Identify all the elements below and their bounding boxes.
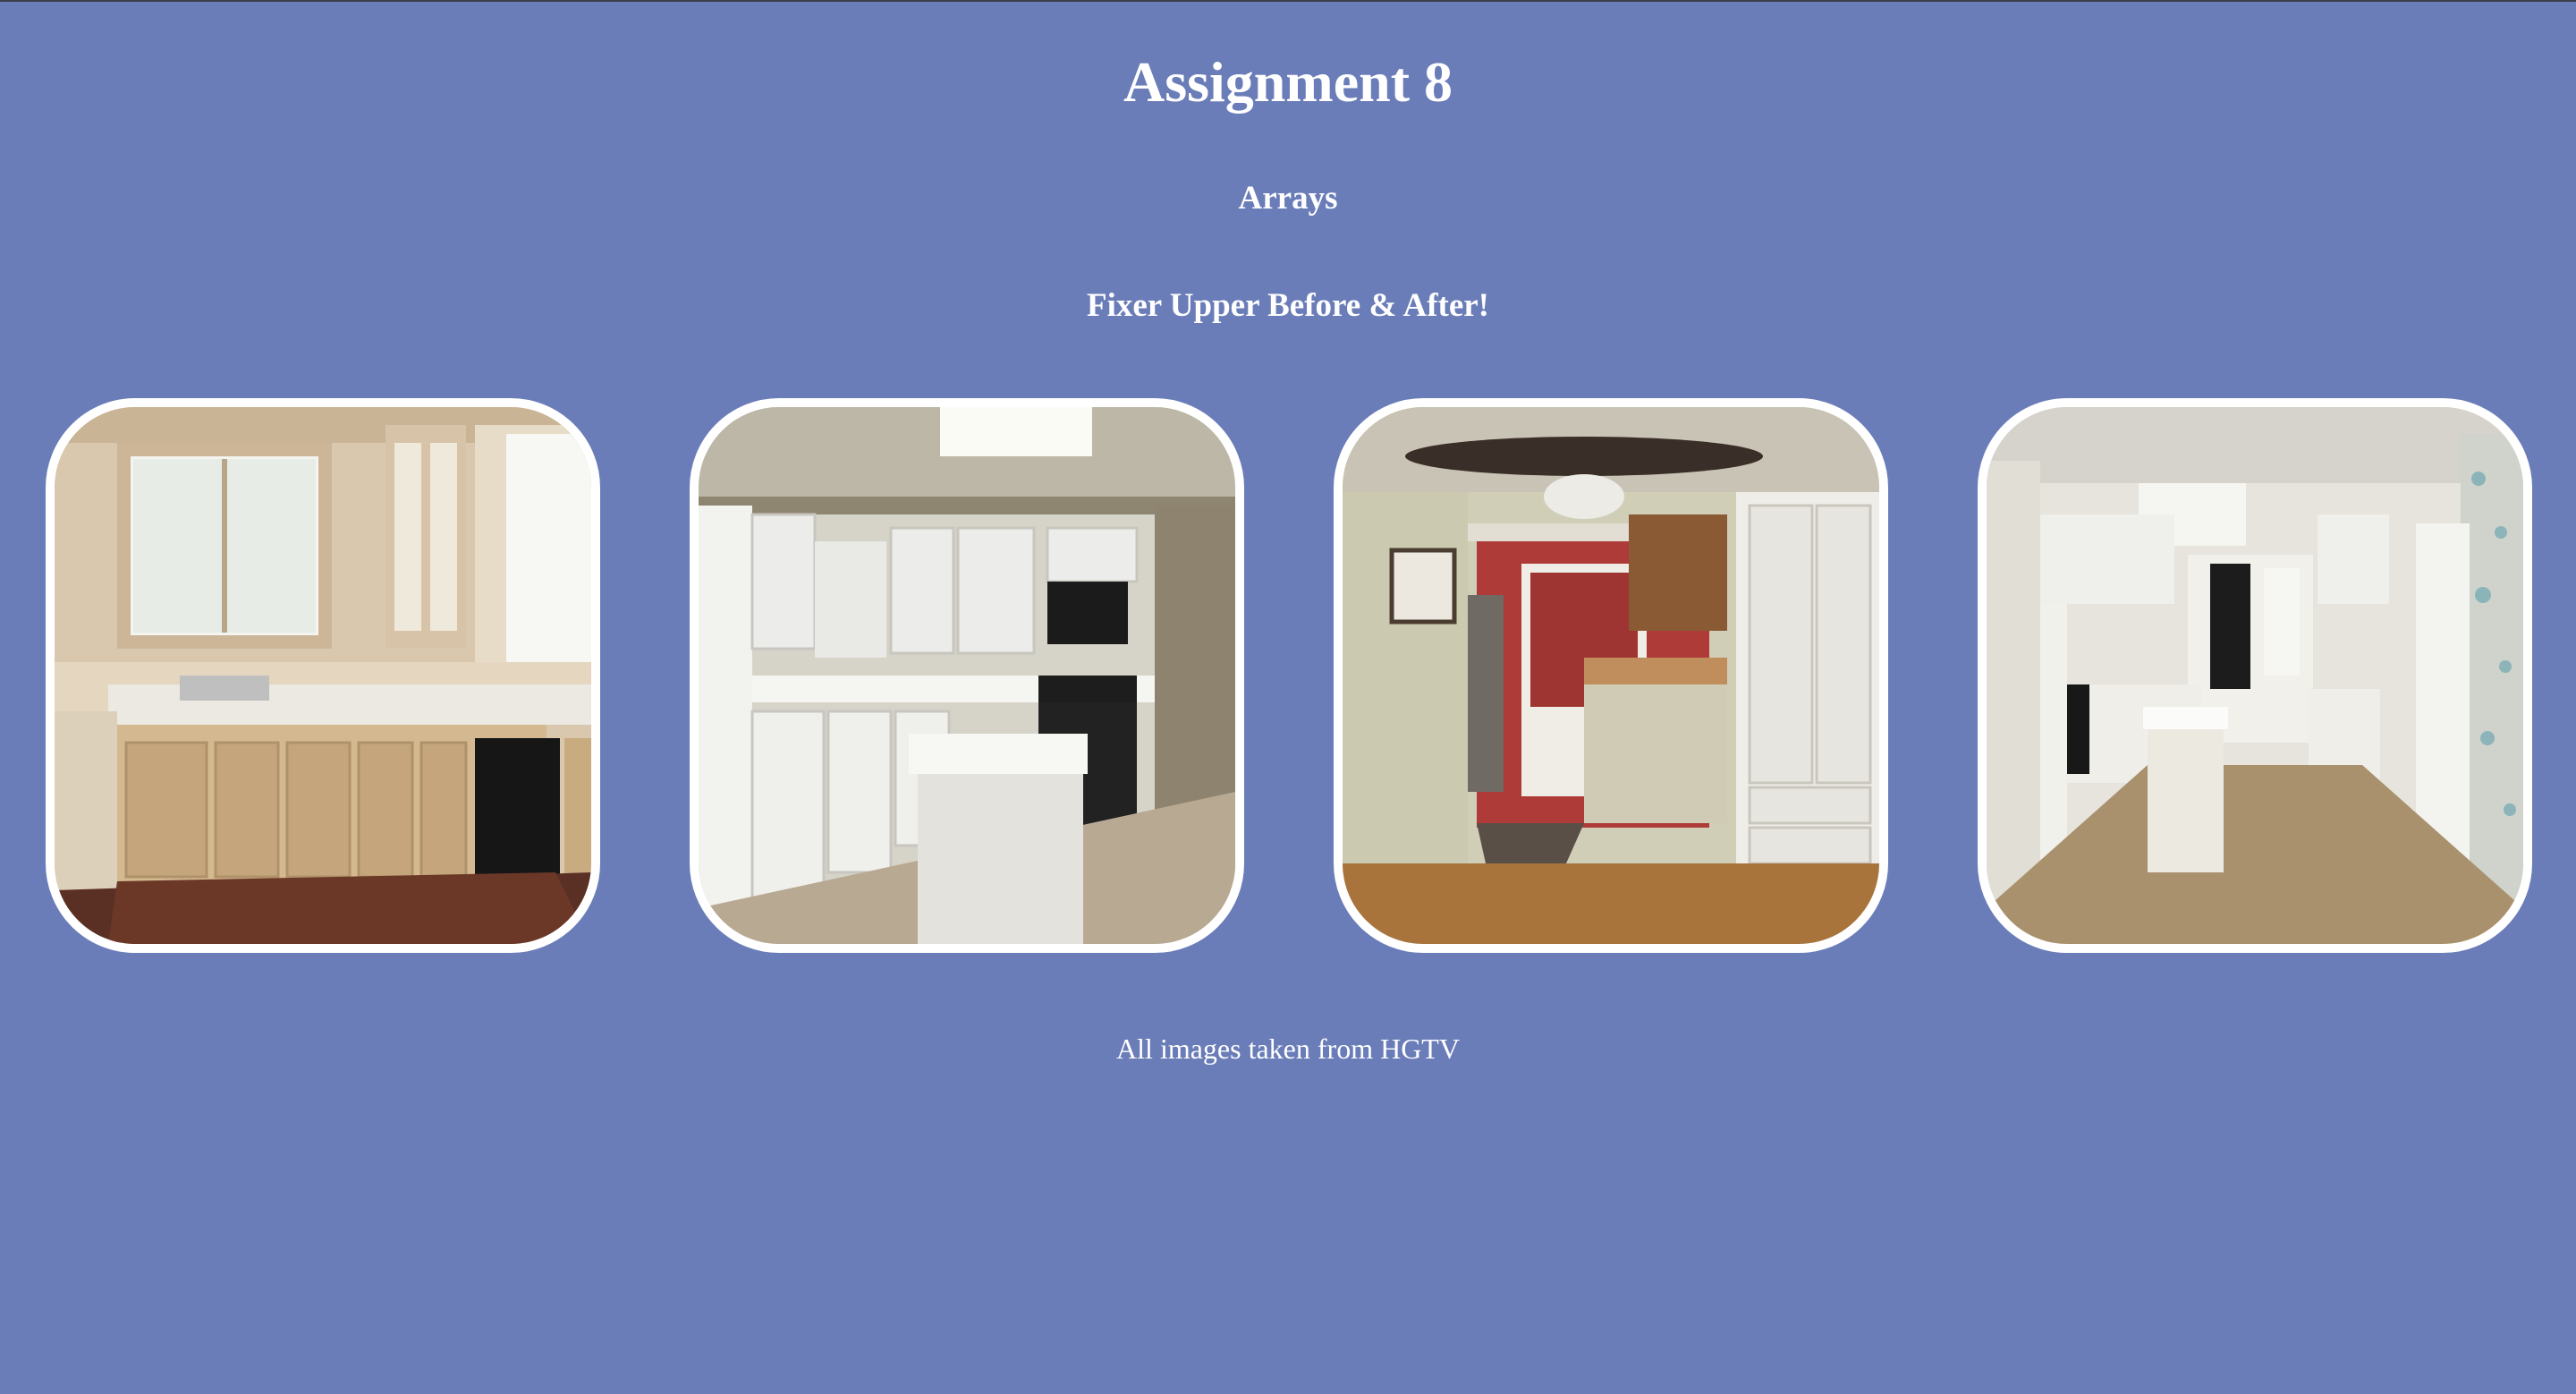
kitchen-photo-1 <box>46 398 600 953</box>
kitchen-photo-1-image <box>55 407 591 944</box>
page-title: Assignment 8 <box>1123 50 1453 114</box>
kitchen-photo-3 <box>1334 398 1888 953</box>
kitchen-photo-2-image <box>699 407 1235 944</box>
kitchen-photo-4 <box>1978 398 2532 953</box>
kitchen-photo-2 <box>690 398 1244 953</box>
kitchen-photo-4-image <box>1987 407 2523 944</box>
page-subtitle: Arrays <box>1238 180 1338 217</box>
section-heading: Fixer Upper Before & After! <box>1086 287 1490 324</box>
image-credit: All images taken from HGTV <box>1116 1033 1460 1065</box>
image-gallery <box>0 398 2576 953</box>
kitchen-photo-3-image <box>1343 407 1879 944</box>
